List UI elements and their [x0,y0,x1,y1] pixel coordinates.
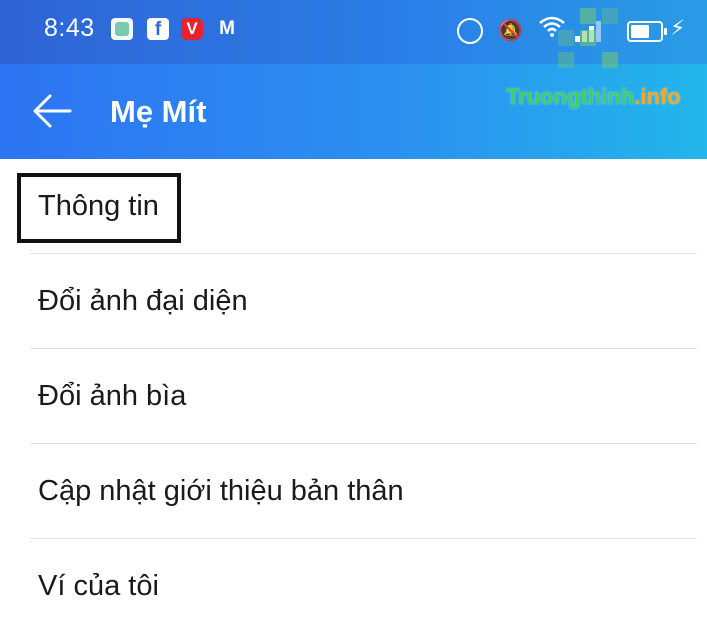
watermark-ext: .info [634,84,681,109]
menu-item-info[interactable]: Thông tin [30,159,697,254]
gmail-icon: M [219,18,235,39]
menu-item-label: Cập nhật giới thiệu bản thân [38,475,404,507]
menu-item-my-wallet[interactable]: Ví của tôi [30,539,697,633]
mute-icon: 🔕 [498,20,523,42]
menu-item-label: Đổi ảnh bìa [38,380,187,412]
menu-item-label: Đổi ảnh đại diện [38,285,248,317]
app-bar: Mẹ Mít [0,64,707,159]
charging-icon: ⚡ [670,17,685,40]
back-button[interactable] [30,91,74,131]
watermark: Truongthinh.info [506,84,681,110]
menu-item-change-cover[interactable]: Đổi ảnh bìa [30,349,697,444]
alarm-icon [457,18,483,44]
facebook-icon: f [147,18,169,40]
menu-item-update-bio[interactable]: Cập nhật giới thiệu bản thân [30,444,697,539]
menu-item-label: Thông tin [38,190,159,222]
menu-item-change-avatar[interactable]: Đổi ảnh đại diện [30,254,697,349]
menu-item-label: Ví của tôi [38,570,159,602]
vivaldi-icon: V [181,18,203,40]
battery-icon [627,21,667,42]
watermark-logo-icon [558,8,628,76]
profile-menu: Thông tin Đổi ảnh đại diện Đổi ảnh bìa C… [0,159,707,633]
page-title: Mẹ Mít [110,94,207,129]
chat-app-icon [111,18,133,40]
arrow-left-icon [33,94,72,128]
watermark-text: Truongthinh [506,84,635,109]
status-time: 8:43 [44,14,95,42]
